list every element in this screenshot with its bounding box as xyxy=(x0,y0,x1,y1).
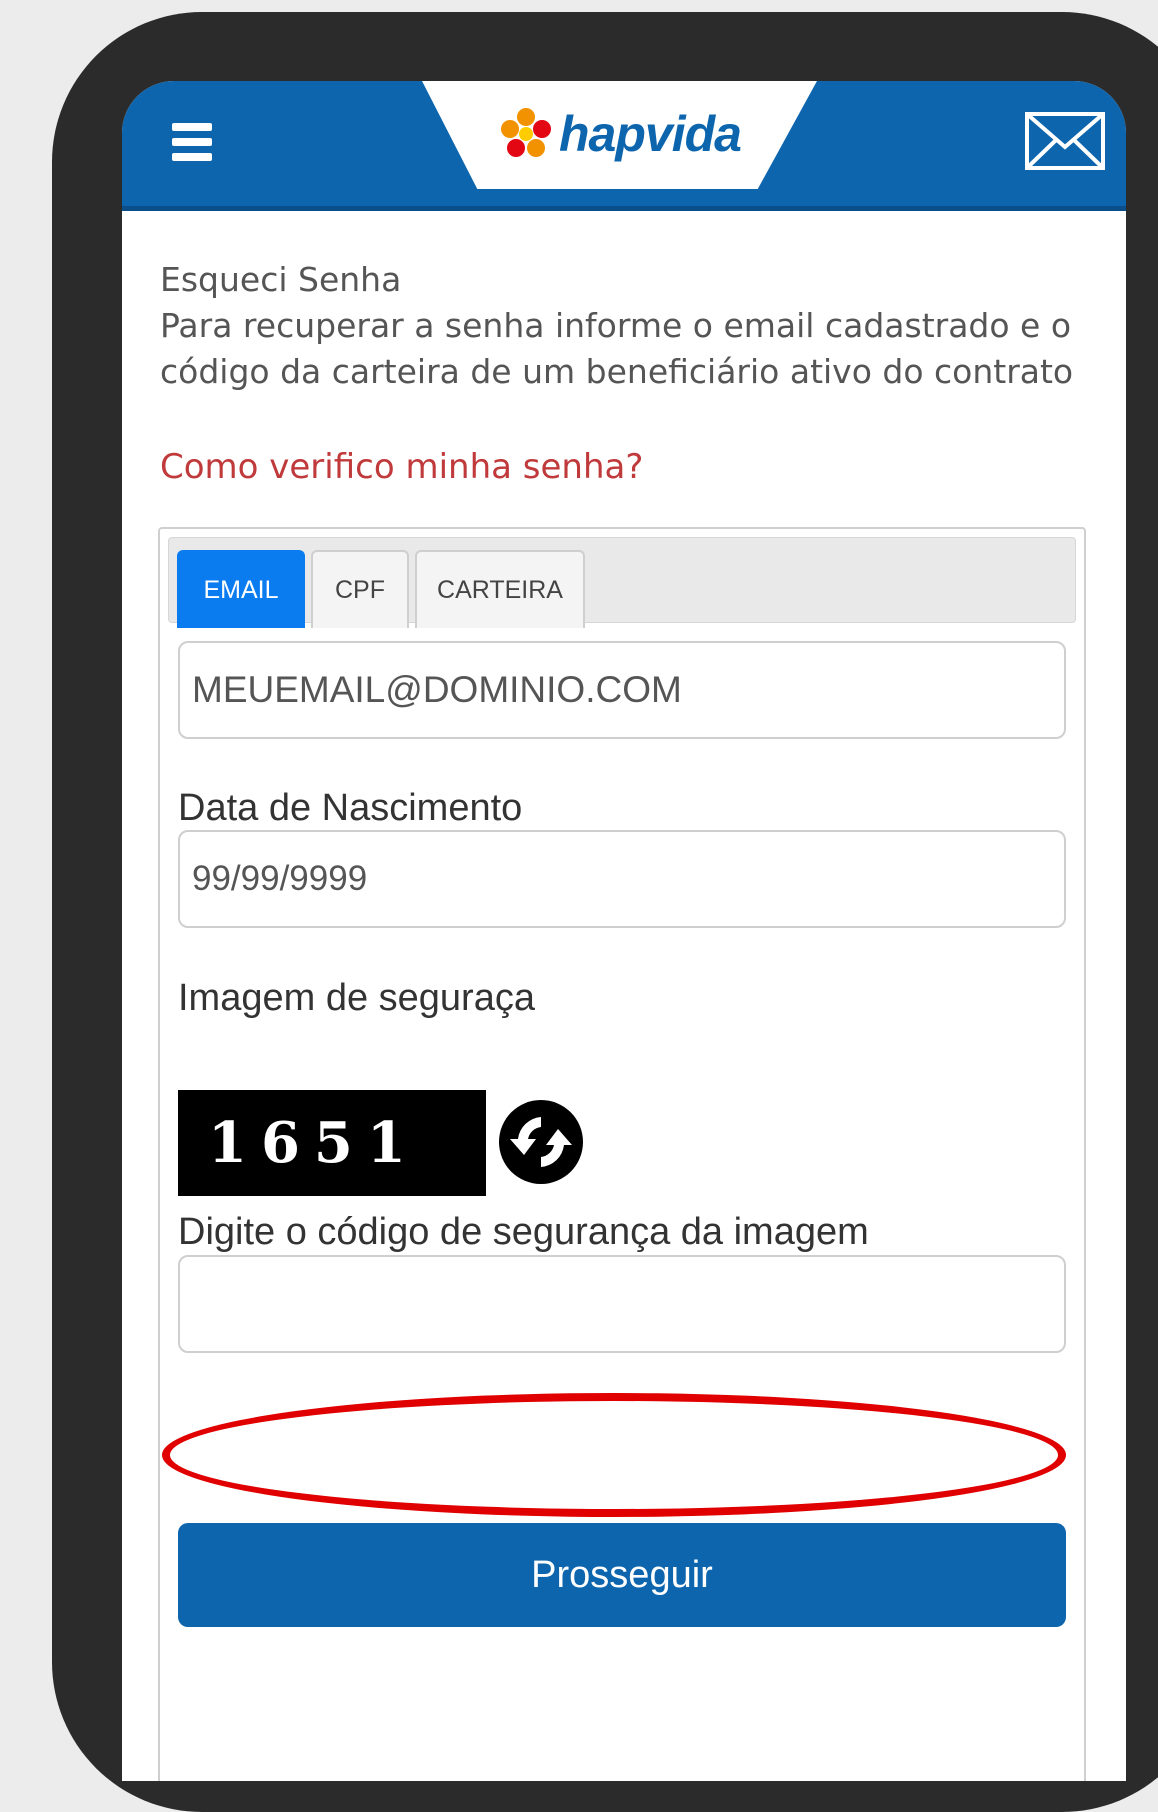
prosseguir-button[interactable]: Prosseguir xyxy=(178,1523,1066,1627)
tab-cpf[interactable]: CPF xyxy=(311,550,409,628)
tab-email[interactable]: EMAIL xyxy=(177,550,305,628)
birth-date-input[interactable] xyxy=(178,830,1066,928)
captcha-image: 1651 xyxy=(178,1090,486,1196)
flower-logo-icon xyxy=(501,108,551,157)
security-code-label: Digite o código de segurança da imagem xyxy=(178,1211,869,1253)
security-code-input[interactable] xyxy=(178,1255,1066,1353)
tab-bar: EMAIL CPF CARTEIRA xyxy=(168,537,1076,628)
help-link[interactable]: Como verifico minha senha? xyxy=(160,447,643,487)
envelope-icon[interactable] xyxy=(1024,111,1106,171)
captcha-label: Imagem de seguraça xyxy=(178,977,535,1019)
page-title: Esqueci Senha xyxy=(160,260,402,299)
captcha-text: 1651 xyxy=(208,1110,420,1176)
logo-text: hapvida xyxy=(559,106,742,162)
refresh-captcha-icon[interactable] xyxy=(496,1097,586,1187)
hamburger-menu-icon[interactable] xyxy=(172,123,224,165)
intro-text: Esqueci Senha Para recuperar a senha inf… xyxy=(160,257,1080,395)
app-screen: hapvida Esqueci Senha Para recuperar a s… xyxy=(122,81,1126,1781)
tab-carteira[interactable]: CARTEIRA xyxy=(415,550,585,628)
hapvida-logo[interactable]: hapvida xyxy=(495,103,775,165)
recovery-panel: EMAIL CPF CARTEIRA Data de Nascimento Im… xyxy=(158,527,1086,1781)
page-description: Para recuperar a senha informe o email c… xyxy=(160,306,1074,391)
birth-date-label: Data de Nascimento xyxy=(178,787,523,829)
email-input[interactable] xyxy=(178,641,1066,739)
header-divider xyxy=(122,206,1126,211)
